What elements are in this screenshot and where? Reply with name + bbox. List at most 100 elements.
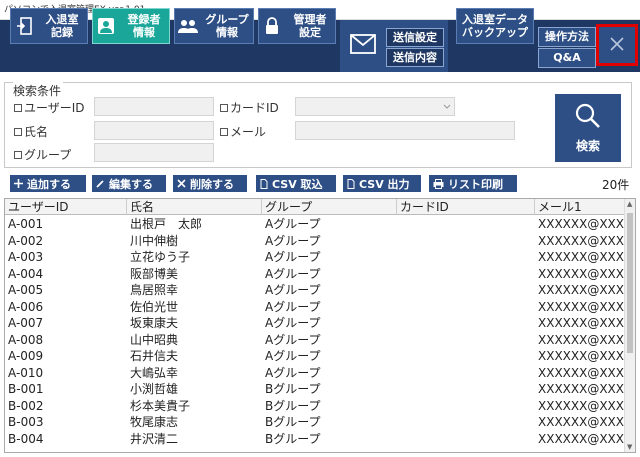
- scroll-up-icon[interactable]: ▲: [627, 200, 632, 208]
- checkbox-icon: [220, 103, 228, 112]
- registrant-info-label-1: 登録者: [127, 13, 161, 26]
- delete-button-label: 削除する: [190, 177, 234, 191]
- table-cell: Bグループ: [265, 415, 321, 429]
- table-row[interactable]: B-003 牧尾康志 Bグループ XXXXXX@XXX.c: [5, 414, 627, 430]
- backup-button[interactable]: 入退室データ バックアップ: [456, 8, 534, 44]
- column-header[interactable]: カードID: [397, 199, 535, 215]
- search-button[interactable]: 検索: [555, 94, 621, 162]
- edit-button-label: 編集する: [109, 177, 153, 191]
- user-id-input[interactable]: [94, 97, 214, 116]
- close-button[interactable]: [596, 24, 638, 66]
- user-card-icon: [93, 17, 119, 35]
- table-cell: XXXXXX@XXX.c: [538, 233, 627, 248]
- table-row[interactable]: A-009 石井信夫 Aグループ XXXXXX@XXX.c: [5, 348, 627, 364]
- email-label: メール: [230, 125, 267, 139]
- table-row[interactable]: B-001 小渕哲雄 Bグループ XXXXXX@XXX.c: [5, 381, 627, 397]
- group-label: グループ: [24, 148, 72, 162]
- search-icon: [574, 102, 602, 133]
- table-cell: A-004: [8, 266, 44, 281]
- scroll-thumb[interactable]: [627, 213, 633, 353]
- column-header[interactable]: メール1: [535, 199, 627, 215]
- table-cell: XXXXXX@XXX.c: [538, 250, 627, 264]
- send-content-button[interactable]: 送信内容: [386, 48, 444, 67]
- table-cell: Aグループ: [265, 217, 321, 231]
- entry-log-button[interactable]: 入退室 記録: [10, 8, 88, 44]
- table-cell: B-003: [8, 415, 44, 429]
- send-settings-button[interactable]: 送信設定: [386, 28, 444, 47]
- table-cell: Bグループ: [265, 431, 321, 446]
- table-cell: XXXXXX@XXX.c: [538, 415, 627, 429]
- table-cell: A-006: [8, 299, 44, 314]
- table-cell: 佐伯光世: [130, 299, 179, 314]
- lock-icon: [259, 17, 285, 35]
- csv-export-button[interactable]: CSV 出力: [343, 175, 421, 192]
- table-cell: XXXXXX@XXX.c: [538, 382, 627, 396]
- group-checkbox[interactable]: グループ: [14, 146, 71, 163]
- table-row[interactable]: A-007 坂東康夫 Aグループ XXXXXX@XXX.c: [5, 315, 627, 331]
- admin-settings-label-2: 設定: [299, 26, 321, 39]
- vertical-scrollbar[interactable]: ▲ ▼: [624, 199, 635, 452]
- table-row[interactable]: A-001 出根戸 太郎 Aグループ XXXXXX@XXX.c: [5, 216, 627, 232]
- email-input[interactable]: [295, 121, 515, 140]
- document-icon: [347, 178, 355, 189]
- admin-settings-label-1: 管理者: [293, 13, 327, 26]
- column-header[interactable]: ユーザーID: [5, 199, 127, 215]
- table-cell: XXXXXX@XXX.c: [538, 398, 627, 413]
- table-row[interactable]: A-003 立花ゆう子 Aグループ XXXXXX@XXX.c: [5, 249, 627, 265]
- table-cell: A-010: [8, 365, 44, 380]
- table-cell: 阪部博美: [130, 266, 179, 281]
- group-icon: [175, 18, 201, 34]
- user-id-checkbox[interactable]: ユーザーID: [14, 99, 85, 116]
- table-cell: Aグループ: [265, 250, 321, 264]
- table-row[interactable]: A-004 阪部博美 Aグループ XXXXXX@XXX.c: [5, 266, 627, 282]
- csv-export-label: CSV 出力: [359, 177, 410, 191]
- name-input[interactable]: [94, 121, 214, 140]
- search-button-label: 検索: [575, 139, 600, 153]
- table-cell: 井沢清二: [130, 431, 179, 446]
- table-cell: A-003: [8, 250, 44, 264]
- table-cell: Bグループ: [265, 382, 321, 396]
- registrant-info-label-2: 情報: [133, 26, 155, 39]
- table-row[interactable]: A-006 佐伯光世 Aグループ XXXXXX@XXX.c: [5, 299, 627, 315]
- group-info-label-1: グループ: [205, 13, 249, 26]
- column-header[interactable]: 氏名: [127, 199, 262, 215]
- table-cell: Aグループ: [265, 365, 321, 380]
- pencil-icon: [96, 179, 105, 188]
- name-checkbox[interactable]: 氏名: [14, 123, 48, 140]
- scroll-down-icon[interactable]: ▼: [627, 443, 632, 451]
- checkbox-icon: [14, 127, 22, 136]
- table-cell: Bグループ: [265, 398, 321, 413]
- print-list-label: リスト印刷: [448, 177, 503, 191]
- column-header[interactable]: グループ: [262, 199, 397, 215]
- csv-import-button[interactable]: CSV 取込: [256, 175, 336, 192]
- card-id-select[interactable]: [295, 97, 455, 116]
- admin-settings-button[interactable]: 管理者 設定: [258, 8, 336, 44]
- card-id-checkbox[interactable]: カードID: [220, 99, 279, 116]
- entry-log-label-2: 記録: [51, 26, 73, 39]
- add-button[interactable]: 追加する: [10, 175, 86, 192]
- table-cell: 出根戸 太郎: [130, 217, 203, 231]
- table-cell: 鳥居照幸: [130, 283, 179, 297]
- table-cell: 牧尾康志: [130, 415, 179, 429]
- group-info-button[interactable]: グループ 情報: [174, 8, 254, 44]
- qa-button[interactable]: Q&A: [538, 48, 596, 68]
- table-cell: XXXXXX@XXX.c: [538, 283, 627, 297]
- table-cell: XXXXXX@XXX.c: [538, 299, 627, 314]
- delete-button[interactable]: 削除する: [173, 175, 247, 192]
- table-cell: XXXXXX@XXX.c: [538, 266, 627, 281]
- table-cell: A-007: [8, 316, 44, 330]
- table-row[interactable]: B-002 杉本美貴子 Bグループ XXXXXX@XXX.c: [5, 398, 627, 414]
- manual-button[interactable]: 操作方法: [538, 27, 596, 47]
- group-input[interactable]: [94, 143, 214, 162]
- table-row[interactable]: A-010 大嶋弘幸 Aグループ XXXXXX@XXX.c: [5, 365, 627, 381]
- edit-button[interactable]: 編集する: [92, 175, 166, 192]
- registrant-info-button[interactable]: 登録者 情報: [92, 8, 170, 44]
- document-icon: [260, 178, 268, 189]
- table-cell: Aグループ: [265, 349, 321, 363]
- table-row[interactable]: A-008 山中昭典 Aグループ XXXXXX@XXX.c: [5, 332, 627, 348]
- table-row[interactable]: A-005 鳥居照幸 Aグループ XXXXXX@XXX.c: [5, 282, 627, 298]
- print-list-button[interactable]: リスト印刷: [429, 175, 517, 192]
- table-row[interactable]: A-002 川中伸樹 Aグループ XXXXXX@XXX.c: [5, 233, 627, 249]
- email-checkbox[interactable]: メール: [220, 123, 266, 140]
- table-row[interactable]: B-004 井沢清二 Bグループ XXXXXX@XXX.c: [5, 431, 627, 447]
